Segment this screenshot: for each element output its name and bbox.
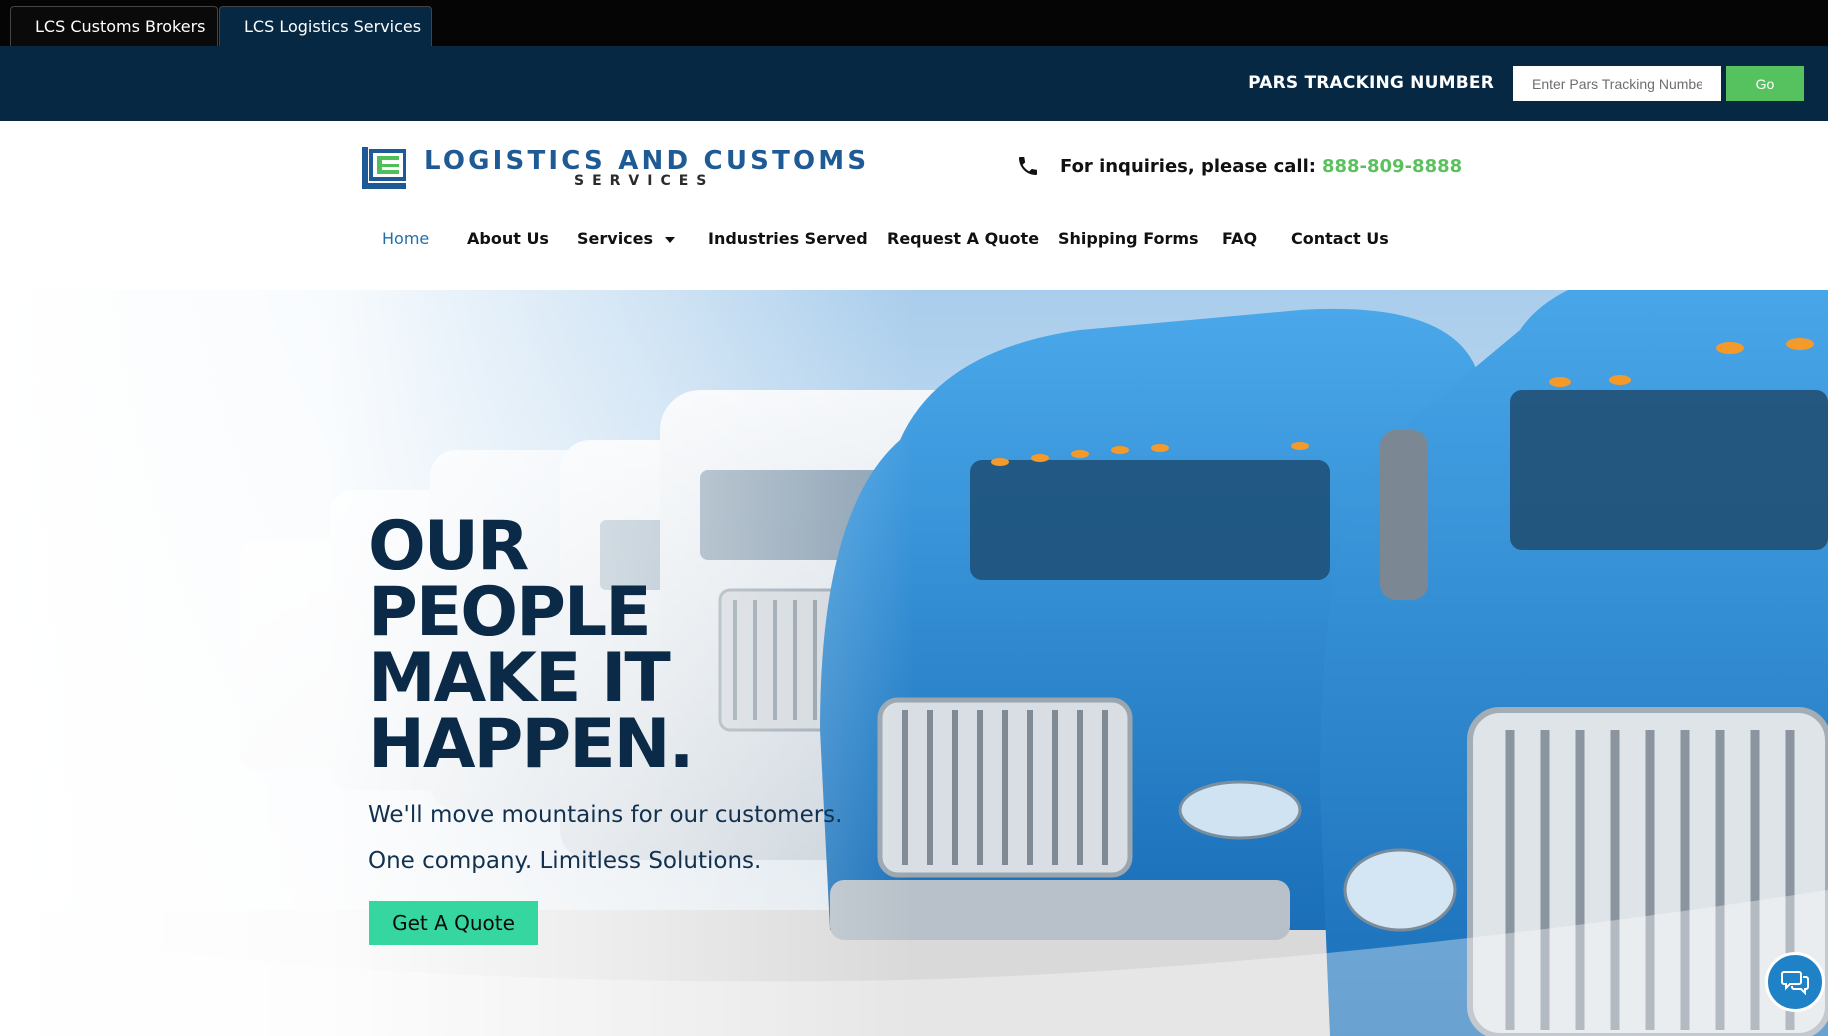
tab-lcs-customs-brokers[interactable]: LCS Customs Brokers (10, 6, 218, 46)
chat-bubbles-icon (1781, 971, 1809, 996)
hero-headline-line: MAKE IT (368, 639, 671, 718)
hero-subtagline: One company. Limitless Solutions. (368, 848, 762, 874)
logo-title: LOGISTICS AND CUSTOMS (424, 146, 870, 176)
phone-number-link[interactable]: 888-809-8888 (1322, 156, 1462, 177)
nav-industries-served[interactable]: Industries Served (708, 229, 868, 248)
chevron-down-icon (665, 236, 676, 243)
hero-section: OUR PEOPLE MAKE IT HAPPEN. We'll move mo… (0, 290, 1828, 1036)
tracking-bar: PARS TRACKING NUMBER Go (0, 46, 1828, 121)
lcs-logo-icon (362, 147, 406, 189)
nav-contact-us[interactable]: Contact Us (1291, 229, 1389, 248)
hero-tagline: We'll move mountains for our customers. (368, 802, 843, 828)
nav-shipping-forms[interactable]: Shipping Forms (1058, 229, 1199, 248)
site-tab-bar: LCS Customs Brokers LCS Logistics Servic… (0, 0, 1828, 46)
site-header: LOGISTICS AND CUSTOMS SERVICES For inqui… (0, 121, 1828, 290)
nav-faq[interactable]: FAQ (1222, 229, 1257, 248)
phone-prompt: For inquiries, please call: (1060, 155, 1316, 177)
tracking-label: PARS TRACKING NUMBER (1248, 73, 1494, 93)
logo-subtitle: SERVICES (574, 173, 715, 189)
tracking-number-input[interactable] (1513, 66, 1721, 101)
get-a-quote-button[interactable]: Get A Quote (369, 901, 538, 945)
chat-widget-button[interactable] (1765, 952, 1825, 1012)
nav-services-label: Services (577, 229, 654, 248)
tab-lcs-logistics-services[interactable]: LCS Logistics Services (219, 6, 432, 46)
nav-home[interactable]: Home (382, 229, 429, 248)
hero-headline: OUR PEOPLE MAKE IT HAPPEN. (368, 507, 788, 784)
phone-contact: For inquiries, please call: 888-809-8888 (1016, 152, 1462, 180)
tracking-go-button[interactable]: Go (1726, 66, 1804, 101)
phone-icon (1019, 157, 1037, 175)
nav-services[interactable]: Services (577, 229, 676, 248)
nav-about-us[interactable]: About Us (467, 229, 549, 248)
hero-trucks-image (0, 290, 1828, 1036)
site-logo[interactable]: LOGISTICS AND CUSTOMS SERVICES (362, 145, 882, 191)
nav-request-a-quote[interactable]: Request A Quote (887, 229, 1039, 248)
hero-headline-line: PEOPLE (368, 573, 652, 652)
hero-headline-line: OUR (368, 507, 529, 586)
hero-headline-line: HAPPEN. (368, 705, 694, 784)
